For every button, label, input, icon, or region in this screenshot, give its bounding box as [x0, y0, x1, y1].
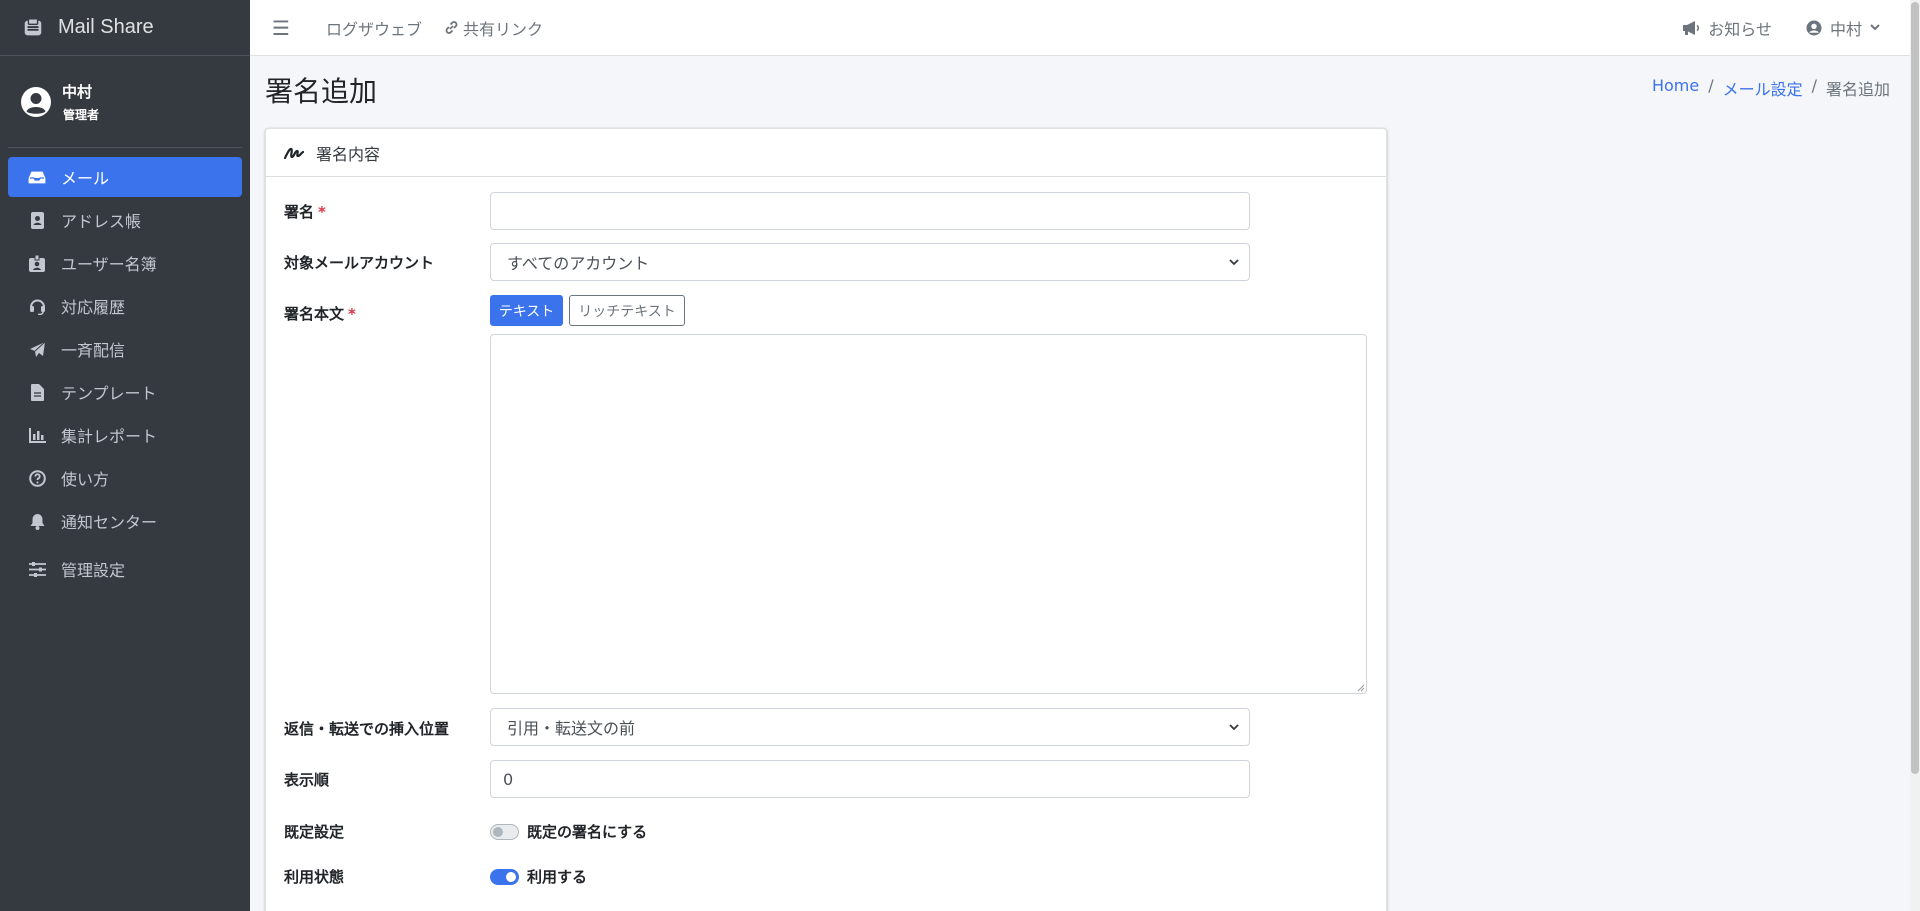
signature-body-textarea[interactable]: [490, 334, 1367, 694]
sidebar-item-label: アドレス帳: [61, 212, 142, 231]
nav-link-shared-links[interactable]: 共有リンク: [444, 16, 543, 40]
switch-label[interactable]: 利用する: [527, 866, 587, 887]
status-label: 利用状態: [284, 868, 345, 886]
page-title: 署名追加: [265, 75, 378, 108]
user-panel[interactable]: 中村 管理者: [8, 56, 242, 148]
user-role: 管理者: [63, 107, 100, 122]
default-signature-switch[interactable]: 既定の署名にする: [490, 821, 647, 842]
position-label: 返信・転送での挿入位置: [284, 720, 450, 738]
sidebar-item-address-book[interactable]: アドレス帳: [8, 200, 242, 240]
notifications-label: お知らせ: [1708, 19, 1772, 39]
user-menu[interactable]: 中村: [1806, 16, 1884, 40]
enabled-switch[interactable]: 利用する: [490, 866, 587, 887]
top-navbar: ☰ ログザウェブ 共有リンク お知らせ 中村: [250, 0, 1910, 56]
sidebar-item-mail[interactable]: メール: [8, 157, 242, 197]
question-circle-icon: [27, 469, 47, 487]
id-badge-icon: [27, 254, 47, 272]
sidebar-item-label: ユーザー名簿: [61, 255, 157, 274]
card-title: 署名内容: [316, 144, 381, 164]
scrollbar-thumb[interactable]: [1911, 2, 1919, 774]
sidebar-item-label: テンプレート: [61, 384, 157, 403]
sidebar-nav: メール アドレス帳 ユーザー名簿 対応履歴 一斉配信 テンプレート 集計レポート: [0, 148, 250, 589]
sidebar-item-history[interactable]: 対応履歴: [8, 286, 242, 326]
chevron-down-icon: [1229, 723, 1239, 730]
switch-knob: [493, 826, 503, 837]
order-input[interactable]: 0: [490, 760, 1250, 798]
signature-icon: [284, 147, 305, 159]
rich-text-mode-button[interactable]: リッチテキスト: [569, 295, 685, 326]
account-select-value: すべてのアカウント: [507, 254, 650, 273]
resize-grip-icon[interactable]: [1355, 682, 1365, 692]
required-mark: *: [318, 203, 326, 221]
sidebar-item-label: 一斉配信: [61, 341, 126, 360]
order-label: 表示順: [284, 771, 330, 789]
text-mode-button[interactable]: テキスト: [490, 295, 563, 326]
user-circle-icon: [1806, 20, 1822, 35]
breadcrumb-home[interactable]: Home: [1652, 76, 1699, 100]
paper-plane-icon: [27, 340, 47, 358]
breadcrumb-mail-settings[interactable]: メール設定: [1723, 76, 1803, 100]
signature-card: 署名内容 署名 * 対象メールアカウント すべてのアカウント 署名本文 * テキスト…: [265, 128, 1387, 911]
switch-label[interactable]: 既定の署名にする: [527, 821, 647, 842]
sidebar-item-help[interactable]: 使い方: [8, 458, 242, 498]
sidebar-item-reports[interactable]: 集計レポート: [8, 415, 242, 455]
mail-logo-icon: [24, 17, 42, 35]
sidebar-item-notifications[interactable]: 通知センター: [8, 501, 242, 541]
inbox-icon: [27, 168, 47, 186]
bell-icon: [27, 512, 47, 530]
sidebar-item-label: 使い方: [61, 470, 110, 489]
switch-track[interactable]: [490, 823, 519, 840]
sidebar-item-label: 対応履歴: [61, 298, 126, 317]
account-select[interactable]: すべてのアカウント: [490, 243, 1250, 281]
user-avatar-icon: [21, 86, 51, 117]
nav-link-logthaweb[interactable]: ログザウェブ: [326, 16, 422, 40]
sidebar-item-broadcast[interactable]: 一斉配信: [8, 329, 242, 369]
address-book-icon: [27, 211, 47, 229]
notifications-menu[interactable]: お知らせ: [1682, 16, 1772, 40]
nav-link-label: 共有リンク: [463, 19, 544, 39]
user-menu-label: 中村: [1829, 19, 1862, 39]
card-header: 署名内容: [266, 129, 1386, 177]
headset-icon: [27, 297, 47, 315]
sidebar: Mail Share 中村 管理者 メール アドレス帳 ユーザー名簿 対応履歴: [0, 0, 250, 911]
file-icon: [27, 383, 47, 401]
sidebar-item-label: メール: [61, 169, 110, 188]
body-label-text: 署名本文: [284, 305, 345, 323]
position-select-value: 引用・転送文の前: [507, 719, 636, 738]
sidebar-item-label: 通知センター: [61, 513, 158, 532]
switch-knob: [506, 871, 516, 882]
body-label: 署名本文 *: [284, 303, 356, 324]
account-label: 対象メールアカウント: [284, 254, 435, 272]
signature-label-text: 署名: [284, 203, 315, 221]
hamburger-menu-icon[interactable]: ☰: [272, 16, 304, 40]
app-name: Mail Share: [58, 16, 154, 38]
signature-label: 署名 *: [284, 201, 326, 222]
breadcrumb-separator: /: [1811, 76, 1817, 95]
position-select[interactable]: 引用・転送文の前: [490, 708, 1250, 746]
megaphone-icon: [1683, 20, 1700, 35]
default-label: 既定設定: [284, 823, 345, 841]
chevron-down-icon: [1870, 24, 1880, 31]
breadcrumb-separator: /: [1708, 76, 1714, 95]
breadcrumb-current: 署名追加: [1825, 80, 1890, 99]
sliders-icon: [27, 560, 47, 578]
brand[interactable]: Mail Share: [0, 0, 250, 56]
switch-track[interactable]: [490, 868, 519, 885]
chevron-down-icon: [1229, 258, 1239, 265]
sidebar-item-user-directory[interactable]: ユーザー名簿: [8, 243, 242, 283]
chart-bar-icon: [27, 426, 47, 444]
sidebar-item-templates[interactable]: テンプレート: [8, 372, 242, 412]
link-icon: [445, 21, 458, 34]
sidebar-item-label: 集計レポート: [61, 427, 158, 446]
signature-input[interactable]: [490, 192, 1250, 230]
breadcrumb: Home / メール設定 / 署名追加: [1652, 76, 1890, 100]
sidebar-item-label: 管理設定: [61, 561, 126, 580]
required-mark: *: [348, 305, 356, 323]
page-scrollbar[interactable]: [1910, 0, 1920, 911]
user-name: 中村: [62, 82, 93, 101]
sidebar-item-admin-settings[interactable]: 管理設定: [8, 549, 242, 589]
